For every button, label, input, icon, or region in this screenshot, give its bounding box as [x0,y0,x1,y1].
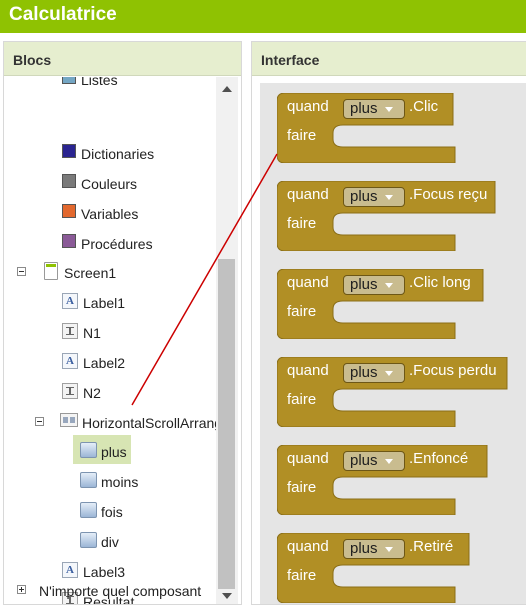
blocks-tree: Listes Dictionaries Couleurs Variables P… [4,77,216,604]
event-handler-block[interactable]: quand plus .Focus perdu faire [277,357,526,427]
block-event-name: .Clic [409,98,439,115]
button-component-icon [80,502,97,518]
block-do-keyword: faire [287,479,317,496]
event-handler-block[interactable]: quand plus .Retiré faire [277,533,526,603]
block-event-name: .Focus reçu [409,186,488,203]
dropdown-arrow-icon [384,370,393,376]
component-dropdown-value: plus [350,364,378,381]
title-bar: Calculatrice [0,0,526,33]
component-dropdown[interactable]: plus [343,451,405,471]
component-dropdown-value: plus [350,100,378,117]
variables-color-icon [62,204,76,218]
block-do-keyword: faire [287,303,317,320]
dropdown-arrow-icon [384,282,393,288]
event-handler-block[interactable]: quand plus .Enfoncé faire [277,445,526,515]
textbox-component-icon [62,383,78,399]
button-component-icon [80,532,97,548]
block-do-keyword: faire [287,127,317,144]
event-handler-block[interactable]: quand plus .Focus reçu faire [277,181,526,251]
block-do-keyword: faire [287,567,317,584]
blocks-workspace[interactable]: quand plus .Clic faire quand plus .Focus reçu f… [260,83,526,604]
colors-color-icon [62,174,76,188]
block-do-keyword: faire [287,215,317,232]
scroll-up-arrow-icon[interactable] [222,86,232,92]
component-dropdown[interactable]: plus [343,275,405,295]
label-component-icon: A [62,293,78,309]
component-dropdown-value: plus [350,276,378,293]
procedures-color-icon [62,234,76,248]
block-when-keyword: quand [287,98,329,115]
horizontal-arrangement-icon [60,413,78,427]
component-dropdown-value: plus [350,540,378,557]
textbox-component-icon [62,323,78,339]
tree-scrollbar[interactable] [216,77,238,604]
block-event-name: .Enfoncé [409,450,469,467]
block-do-keyword: faire [287,391,317,408]
block-when-keyword: quand [287,274,329,291]
dropdown-arrow-icon [384,106,393,112]
block-when-keyword: quand [287,538,329,555]
viewer-panel-header: Interface [252,42,526,76]
screen-icon [44,262,58,280]
block-event-name: .Focus perdu [409,362,497,379]
component-dropdown[interactable]: plus [343,363,405,383]
app-title: Calculatrice [9,4,117,25]
button-component-icon [80,442,97,458]
list-icon [62,77,76,84]
component-dropdown[interactable]: plus [343,539,405,559]
dropdown-arrow-icon [384,194,393,200]
blocks-panel: Blocs Listes Dictionaries Couleurs Varia… [3,41,242,605]
block-event-name: .Clic long [409,274,471,291]
event-handler-block[interactable]: quand plus .Clic long faire [277,269,526,339]
event-handler-block[interactable]: quand plus .Clic faire [277,93,526,163]
dropdown-arrow-icon [384,458,393,464]
component-dropdown[interactable]: plus [343,99,405,119]
component-dropdown[interactable]: plus [343,187,405,207]
scroll-down-arrow-icon[interactable] [222,593,232,599]
block-event-name: .Retiré [409,538,454,555]
any-component-expand-toggle[interactable] [17,585,26,594]
component-dropdown-value: plus [350,188,378,205]
viewer-panel: Interface quand plus .Clic faire quand plus .F… [251,41,526,605]
hsa-collapse-toggle[interactable] [35,417,44,426]
block-when-keyword: quand [287,186,329,203]
label-component-icon: A [62,353,78,369]
dropdown-arrow-icon [384,546,393,552]
blocks-panel-title: Blocs [13,52,52,68]
label-component-icon: A [62,562,78,578]
button-component-icon [80,472,97,488]
component-dropdown-value: plus [350,452,378,469]
screen1-collapse-toggle[interactable] [17,267,26,276]
dictionary-color-icon [62,144,76,158]
block-when-keyword: quand [287,450,329,467]
block-when-keyword: quand [287,362,329,379]
blocks-panel-header: Blocs [4,42,241,76]
scrollbar-thumb[interactable] [218,259,235,589]
viewer-panel-title: Interface [261,52,320,68]
